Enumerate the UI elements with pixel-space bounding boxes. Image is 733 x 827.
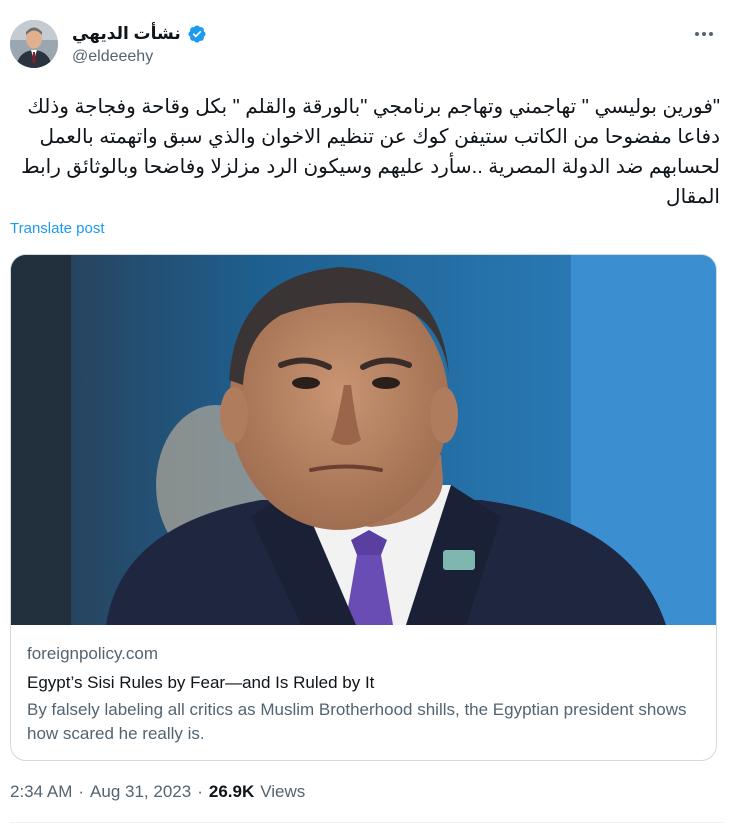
- link-card-domain: foreignpolicy.com: [27, 644, 159, 663]
- views-label[interactable]: Views: [260, 782, 305, 802]
- link-card-description: By falsely labeling all critics as Musli…: [27, 700, 687, 743]
- author-handle[interactable]: @eldeeehy: [72, 48, 153, 66]
- link-card-meta: foreignpolicy.com Egypt’s Sisi Rules by …: [27, 643, 700, 746]
- views-count[interactable]: 26.9K: [209, 782, 254, 802]
- link-card-image[interactable]: [11, 255, 716, 625]
- verified-badge-icon: [188, 25, 206, 43]
- tweet-text: "فورين بوليسي " تهاجمني وتهاجم برنامجي "…: [21, 96, 720, 208]
- meta-separator-2: ·: [197, 782, 203, 801]
- more-horizontal-icon: [695, 32, 713, 36]
- author-avatar[interactable]: [10, 20, 58, 68]
- author-display-name[interactable]: نشأت الديهي: [72, 24, 181, 44]
- link-card-title[interactable]: Egypt’s Sisi Rules by Fear—and Is Ruled …: [27, 672, 700, 694]
- bottom-divider: [10, 822, 723, 823]
- translate-post-link[interactable]: Translate post: [10, 220, 105, 237]
- tweet-meta: 2:34 AM · Aug 31, 2023 · 26.9K Views: [10, 782, 305, 802]
- avatar-image: [10, 20, 58, 68]
- tweet-time[interactable]: 2:34 AM: [10, 782, 72, 802]
- meta-separator: ·: [78, 782, 85, 801]
- link-card[interactable]: foreignpolicy.com Egypt’s Sisi Rules by …: [10, 254, 717, 761]
- more-options-icon[interactable]: [688, 24, 720, 44]
- tweet-date[interactable]: Aug 31, 2023: [90, 782, 191, 802]
- author-name-row: نشأت الديهي: [72, 22, 232, 46]
